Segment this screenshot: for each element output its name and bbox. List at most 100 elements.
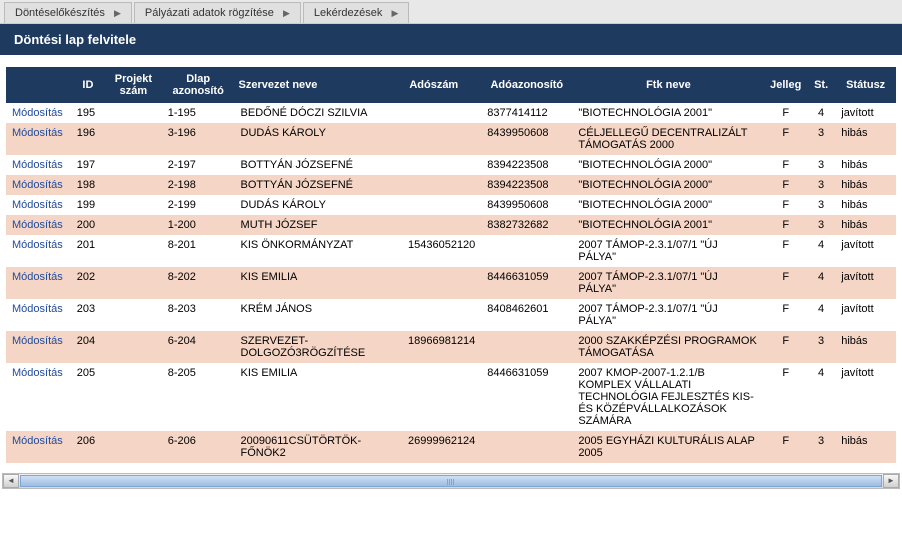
th-projektszam[interactable]: Projekt szám: [105, 67, 162, 103]
edit-link[interactable]: Módosítás: [12, 239, 63, 251]
cell-ftk: "BIOTECHNOLÓGIA 2001": [572, 215, 764, 235]
tab-lekerdezesek[interactable]: Lekérdezések ▶: [303, 2, 409, 23]
cell-ftk: 2007 TÁMOP-2.3.1/07/1 "ÚJ PÁLYA": [572, 299, 764, 331]
cell-adoszam: [386, 363, 481, 431]
cell-st: 4: [807, 267, 835, 299]
cell-st: 3: [807, 155, 835, 175]
horizontal-scrollbar[interactable]: ◄ ►: [2, 473, 900, 489]
cell-szervezet: DUDÁS KÁROLY: [235, 123, 387, 155]
cell-jelleg: F: [764, 299, 806, 331]
cell-id: 204: [71, 331, 105, 363]
cell-projektszam: [105, 103, 162, 123]
cell-action: Módosítás: [6, 195, 71, 215]
th-dlap[interactable]: Dlap azonosító: [162, 67, 235, 103]
th-id[interactable]: ID: [71, 67, 105, 103]
cell-action: Módosítás: [6, 235, 71, 267]
cell-dlap: 8-201: [162, 235, 235, 267]
edit-link[interactable]: Módosítás: [12, 107, 63, 119]
cell-dlap: 8-205: [162, 363, 235, 431]
th-adoazonosito[interactable]: Adóazonosító: [481, 67, 572, 103]
cell-jelleg: F: [764, 155, 806, 175]
cell-statusz: javított: [835, 363, 896, 431]
cell-st: 3: [807, 215, 835, 235]
cell-ftk: "BIOTECHNOLÓGIA 2000": [572, 155, 764, 175]
cell-statusz: javított: [835, 267, 896, 299]
cell-jelleg: F: [764, 331, 806, 363]
cell-projektszam: [105, 331, 162, 363]
cell-id: 198: [71, 175, 105, 195]
cell-szervezet: KIS EMILIA: [235, 267, 387, 299]
cell-projektszam: [105, 235, 162, 267]
edit-link[interactable]: Módosítás: [12, 303, 63, 315]
edit-link[interactable]: Módosítás: [12, 271, 63, 283]
page-title: Döntési lap felvitele: [0, 24, 902, 55]
cell-szervezet: KIS EMILIA: [235, 363, 387, 431]
cell-projektszam: [105, 267, 162, 299]
chevron-right-icon: ▶: [391, 8, 398, 19]
tab-label: Lekérdezések: [314, 7, 383, 19]
chevron-right-icon: ▶: [283, 8, 290, 19]
edit-link[interactable]: Módosítás: [12, 435, 63, 447]
edit-link[interactable]: Módosítás: [12, 159, 63, 171]
table-row: Módosítás1992-199DUDÁS KÁROLY8439950608"…: [6, 195, 896, 215]
edit-link[interactable]: Módosítás: [12, 335, 63, 347]
scrollbar-thumb[interactable]: [20, 475, 882, 487]
cell-st: 3: [807, 331, 835, 363]
edit-link[interactable]: Módosítás: [12, 367, 63, 379]
cell-szervezet: 20090611CSÜTÖRTÖK-FŐNÖK2: [235, 431, 387, 463]
cell-statusz: javított: [835, 103, 896, 123]
scrollbar-grip-icon: [447, 479, 455, 485]
th-st[interactable]: St.: [807, 67, 835, 103]
cell-adoszam: [386, 175, 481, 195]
scroll-right-button[interactable]: ►: [883, 474, 899, 488]
edit-link[interactable]: Módosítás: [12, 199, 63, 211]
th-jelleg[interactable]: Jelleg: [764, 67, 806, 103]
cell-ftk: 2005 EGYHÁZI KULTURÁLIS ALAP 2005: [572, 431, 764, 463]
cell-adoszam: [386, 267, 481, 299]
edit-link[interactable]: Módosítás: [12, 219, 63, 231]
tab-label: Döntéselőkészítés: [15, 7, 105, 19]
tab-label: Pályázati adatok rögzítése: [145, 7, 274, 19]
th-szervezet[interactable]: Szervezet neve: [235, 67, 387, 103]
cell-adoszam: 26999962124: [386, 431, 481, 463]
cell-st: 3: [807, 123, 835, 155]
cell-id: 202: [71, 267, 105, 299]
cell-jelleg: F: [764, 363, 806, 431]
cell-dlap: 2-197: [162, 155, 235, 175]
cell-adoazonosito: 8377414112: [481, 103, 572, 123]
th-ftk[interactable]: Ftk neve: [572, 67, 764, 103]
cell-projektszam: [105, 299, 162, 331]
cell-szervezet: BOTTYÁN JÓZSEFNÉ: [235, 175, 387, 195]
cell-statusz: hibás: [835, 195, 896, 215]
table-row: Módosítás1982-198BOTTYÁN JÓZSEFNÉ8394223…: [6, 175, 896, 195]
cell-adoszam: [386, 103, 481, 123]
cell-jelleg: F: [764, 103, 806, 123]
scroll-left-button[interactable]: ◄: [3, 474, 19, 488]
cell-dlap: 1-195: [162, 103, 235, 123]
cell-adoszam: [386, 123, 481, 155]
tab-palyazati-adatok[interactable]: Pályázati adatok rögzítése ▶: [134, 2, 301, 23]
th-statusz[interactable]: Státusz: [835, 67, 896, 103]
th-adoszam[interactable]: Adószám: [386, 67, 481, 103]
cell-id: 200: [71, 215, 105, 235]
table-row: Módosítás2066-20620090611CSÜTÖRTÖK-FŐNÖK…: [6, 431, 896, 463]
edit-link[interactable]: Módosítás: [12, 179, 63, 191]
cell-adoszam: 15436052120: [386, 235, 481, 267]
cell-action: Módosítás: [6, 175, 71, 195]
cell-statusz: hibás: [835, 431, 896, 463]
cell-id: 199: [71, 195, 105, 215]
cell-statusz: hibás: [835, 155, 896, 175]
cell-adoazonosito: 8446631059: [481, 267, 572, 299]
cell-id: 205: [71, 363, 105, 431]
cell-statusz: hibás: [835, 175, 896, 195]
cell-jelleg: F: [764, 175, 806, 195]
edit-link[interactable]: Módosítás: [12, 127, 63, 139]
cell-adoazonosito: 8408462601: [481, 299, 572, 331]
tab-donteselokeszites[interactable]: Döntéselőkészítés ▶: [4, 2, 132, 23]
cell-adoazonosito: [481, 235, 572, 267]
cell-dlap: 3-196: [162, 123, 235, 155]
cell-action: Módosítás: [6, 299, 71, 331]
tab-bar: Döntéselőkészítés ▶ Pályázati adatok rög…: [0, 0, 902, 24]
cell-projektszam: [105, 363, 162, 431]
table-header-row: ID Projekt szám Dlap azonosító Szervezet…: [6, 67, 896, 103]
